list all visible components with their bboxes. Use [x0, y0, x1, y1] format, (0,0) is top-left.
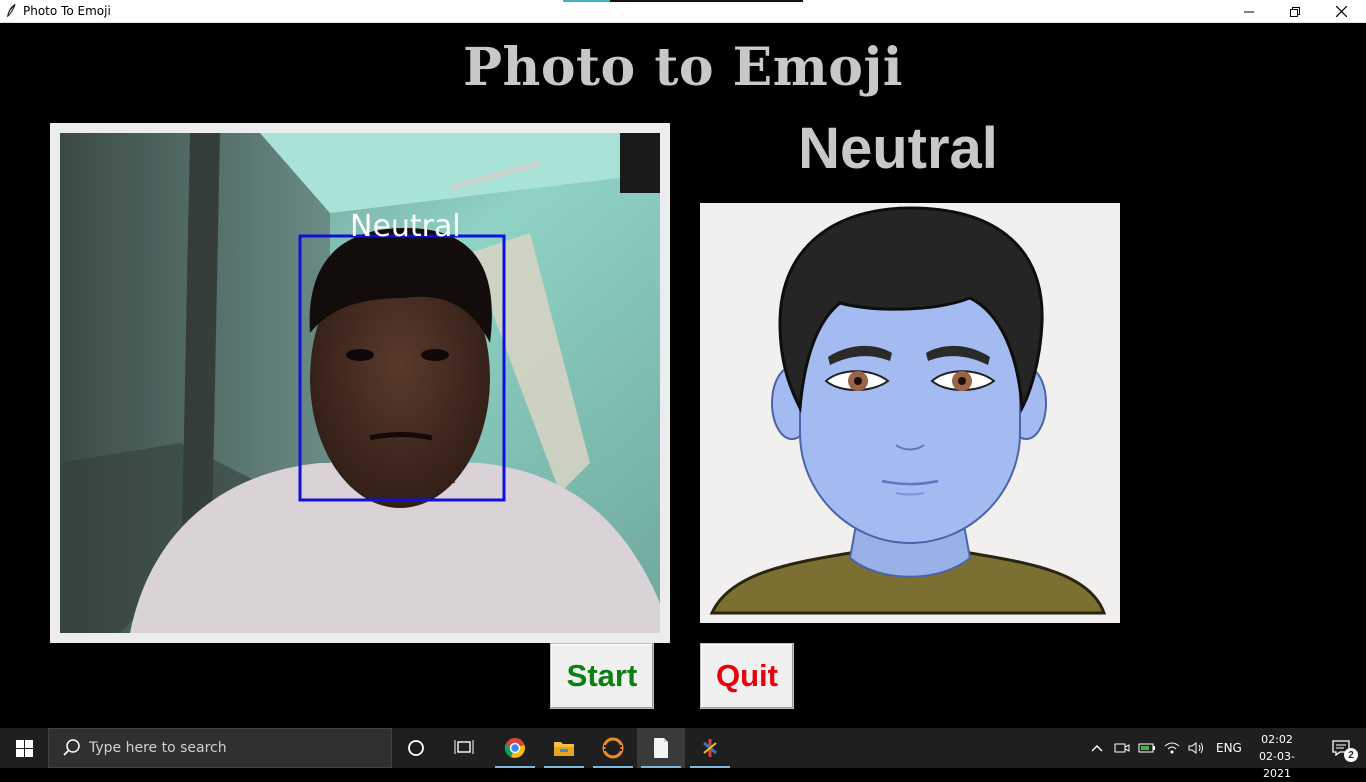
window-title: Photo To Emoji — [23, 4, 111, 18]
chrome-taskbar-button[interactable] — [491, 728, 539, 768]
quit-button[interactable]: Quit — [700, 643, 794, 709]
notepad-icon — [654, 738, 668, 758]
task-view-button[interactable] — [440, 728, 488, 768]
eclipse-taskbar-button[interactable] — [589, 728, 637, 768]
notification-count-badge: 2 — [1344, 748, 1358, 762]
minimize-icon — [1244, 11, 1254, 12]
window-titlebar[interactable]: Photo To Emoji — [0, 0, 1366, 23]
taskbar: Type here to search ENG 02:02 02-03-2021… — [0, 728, 1366, 780]
file-explorer-icon — [554, 742, 574, 756]
python-app-icon — [703, 739, 717, 757]
start-button[interactable]: Start — [550, 643, 654, 709]
wifi-icon[interactable] — [1164, 741, 1180, 755]
restore-button[interactable] — [1272, 0, 1318, 23]
windows-logo-icon — [15, 739, 33, 757]
cortana-icon — [408, 740, 424, 756]
camera-feed: Neutral — [60, 133, 660, 633]
action-center-button[interactable]: 2 — [1318, 728, 1366, 768]
taskbar-search-box[interactable]: Type here to search — [48, 728, 392, 768]
search-icon — [63, 739, 80, 756]
emotion-label: Neutral — [798, 116, 998, 181]
app-window: Photo to Emoji Neutral Neutral Start Qui… — [0, 23, 1366, 728]
file-explorer-taskbar-button[interactable] — [540, 728, 588, 768]
camera-image — [60, 133, 660, 633]
language-indicator[interactable]: ENG — [1216, 741, 1242, 755]
volume-icon[interactable] — [1188, 741, 1206, 755]
clock-time: 02:02 — [1261, 733, 1293, 746]
battery-icon[interactable] — [1138, 742, 1156, 754]
task-view-icon — [454, 740, 474, 754]
chrome-icon — [504, 738, 525, 758]
close-icon — [1335, 6, 1347, 17]
chevron-up-icon[interactable] — [1090, 743, 1104, 753]
eclipse-icon — [602, 737, 624, 759]
windows-start-button[interactable] — [0, 728, 48, 768]
close-button[interactable] — [1318, 0, 1364, 23]
page-title: Photo to Emoji — [462, 37, 904, 98]
restore-icon — [1290, 6, 1300, 17]
meet-now-icon[interactable] — [1114, 741, 1130, 755]
emoji-avatar — [709, 206, 1107, 615]
camera-frame: Neutral — [50, 123, 670, 643]
clock-date: 02-03-2021 — [1259, 750, 1295, 780]
system-tray: ENG — [1090, 728, 1242, 768]
minimize-button[interactable] — [1226, 0, 1272, 23]
titlebar-accent — [563, 0, 803, 2]
notepad-taskbar-button[interactable] — [637, 728, 685, 768]
taskbar-clock[interactable]: 02:02 02-03-2021 — [1246, 731, 1308, 782]
search-placeholder: Type here to search — [89, 740, 227, 756]
cortana-button[interactable] — [392, 728, 440, 768]
camera-emotion-overlay: Neutral — [350, 209, 461, 244]
emoji-display — [700, 203, 1120, 623]
feather-icon — [7, 3, 16, 17]
python-app-taskbar-button[interactable] — [686, 728, 734, 768]
